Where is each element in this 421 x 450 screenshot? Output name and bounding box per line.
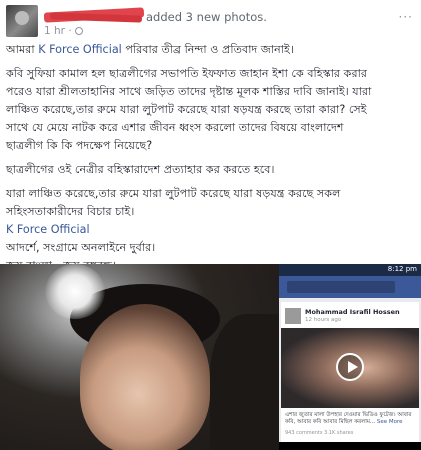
play-icon xyxy=(336,353,364,381)
post-header: added 3 new photos. 1 hr · ··· xyxy=(0,0,421,38)
photo-shoulder-shape xyxy=(210,314,279,450)
photo-grid: 8:12 pm Mohammad Israfil Hossen 12 hours… xyxy=(0,264,421,450)
phone-post-time: 12 hours ago xyxy=(305,317,342,323)
phone-post-card: Mohammad Israfil Hossen 12 hours ago এশা… xyxy=(281,302,419,442)
post-text: আমরা K Force Official পরিবার তীব্র নিন্দ… xyxy=(6,41,416,281)
phone-video-thumbnail xyxy=(281,328,419,408)
paragraph-2: কবি সুফিয়া কামাল হল ছাত্রলীগের সভাপতি ই… xyxy=(6,65,416,155)
paragraph-3: ছাত্রলীগের ওই নেত্রীর বহিস্কারাদেশ প্রত্… xyxy=(6,163,275,176)
p2-line: ছাত্রলীগ কি কি পদক্ষেপ নিয়েছে? xyxy=(6,139,153,152)
phone-post-author: Mohammad Israfil Hossen xyxy=(305,308,400,316)
phone-search-box xyxy=(287,281,395,293)
signature-page-link[interactable]: K Force Official xyxy=(6,221,416,239)
post-action-text: added 3 new photos. xyxy=(146,10,267,24)
phone-status-time: 8:12 pm xyxy=(387,265,417,273)
p2-line: পরেও যারা শ্রীলতাহানির সাথে জড়িত তাদের … xyxy=(6,85,372,98)
phone-post-avatar xyxy=(285,308,301,324)
phone-post-caption: এশার জুতার মালা উপহার দেওয়ার ভিডিও ফুটে… xyxy=(285,412,415,426)
photo-1[interactable] xyxy=(0,264,279,450)
signature-line-1: আদর্শে, সংগ্রামে অনলাইনে দুর্বার। xyxy=(6,241,156,254)
facebook-post: added 3 new photos. 1 hr · ··· আমরা K Fo… xyxy=(0,0,421,450)
page-mention-link[interactable]: K Force Official xyxy=(38,43,122,56)
phone-status-bar: 8:12 pm xyxy=(279,264,421,276)
phone-nav-bar xyxy=(279,442,421,450)
photo-light-glare xyxy=(45,264,105,319)
p2-line: লাঞ্চিত করেছে,তার রুমে যারা লুটপাট করেছে… xyxy=(6,103,367,116)
p2-line: কবি সুফিয়া কামাল হল ছাত্রলীগের সভাপতি ই… xyxy=(6,67,368,80)
paragraph-1: আমরা K Force Official পরিবার তীব্র নিন্দ… xyxy=(6,41,416,59)
p4-line: সহিংসতাকারীদের বিচার চাই। xyxy=(6,205,135,218)
p2-line: সাথে যে মেয়ে নাটক করে এশার জীবন ধ্বংস ক… xyxy=(6,121,344,134)
photo-face-shape xyxy=(80,304,210,450)
more-options-button[interactable]: ··· xyxy=(399,10,413,24)
globe-icon xyxy=(74,27,83,35)
p1-prefix: আমরা xyxy=(6,43,39,56)
author-avatar[interactable] xyxy=(6,5,38,37)
paragraph-4: যারা লাঞ্চিত করেছে,তার রুমে যারা লুটপাট … xyxy=(6,185,416,221)
post-meta: 1 hr · xyxy=(44,25,83,37)
phone-see-more: See More xyxy=(376,419,403,425)
post-timestamp[interactable]: 1 hr · xyxy=(44,25,72,37)
p1-suffix: পরিবার তীব্র নিন্দা ও প্রতিবাদ জানাই। xyxy=(121,43,294,56)
phone-post-stats: 943 comments 3.1K shares xyxy=(285,430,354,436)
photo-2-phone-screenshot[interactable]: 8:12 pm Mohammad Israfil Hossen 12 hours… xyxy=(279,264,421,450)
p4-line: যারা লাঞ্চিত করেছে,তার রুমে যারা লুটপাট … xyxy=(6,187,341,200)
